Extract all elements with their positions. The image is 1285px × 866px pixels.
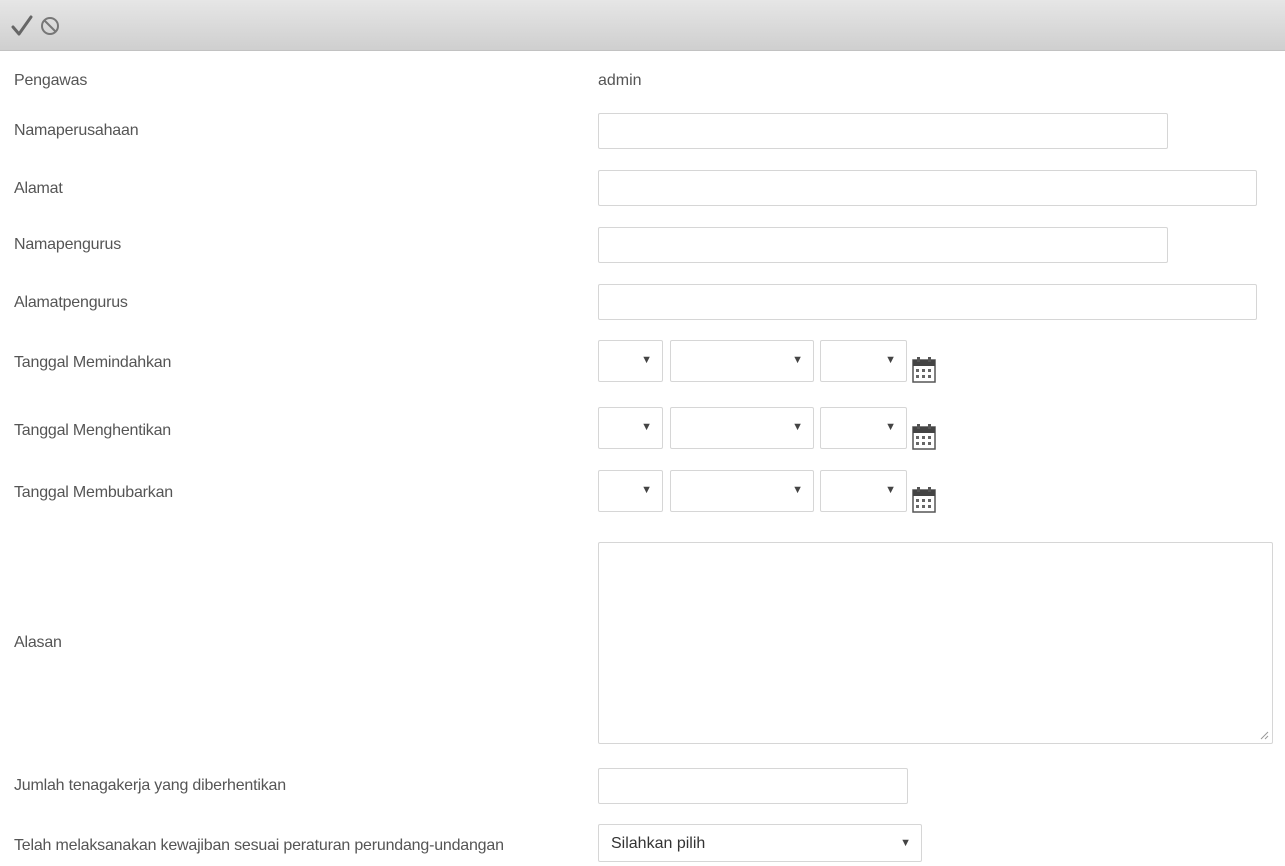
pengawas-value: admin — [598, 72, 642, 89]
namaperusahaan-label: Namaperusahaan — [14, 122, 139, 139]
namapengurus-input[interactable] — [598, 227, 1168, 263]
menghentikan-year-select[interactable]: ▼ — [820, 407, 907, 449]
memindahkan-day-select[interactable]: ▼ — [598, 340, 663, 382]
form-toolbar — [0, 0, 1285, 51]
kewajiban-label: Telah melaksanakan kewajiban sesuai pera… — [14, 837, 504, 854]
cancel-icon — [41, 17, 59, 35]
tanggal-membubarkan-label: Tanggal Membubarkan — [14, 484, 173, 501]
membubarkan-day-select[interactable]: ▼ — [598, 470, 663, 512]
menghentikan-day-select[interactable]: ▼ — [598, 407, 663, 449]
jumlah-tenagakerja-input[interactable] — [598, 768, 908, 804]
calendar-icon[interactable] — [912, 357, 936, 383]
memindahkan-month-select[interactable]: ▼ — [670, 340, 814, 382]
checkmark-icon — [11, 15, 33, 36]
cancel-button[interactable] — [36, 10, 64, 42]
save-button[interactable] — [8, 10, 36, 42]
menghentikan-month-select[interactable]: ▼ — [670, 407, 814, 449]
memindahkan-year-select[interactable]: ▼ — [820, 340, 907, 382]
kewajiban-selected: Silahkan pilih — [611, 835, 706, 852]
alamatpengurus-label: Alamatpengurus — [14, 294, 128, 311]
alamat-label: Alamat — [14, 180, 63, 197]
alamat-input[interactable] — [598, 170, 1257, 206]
resize-grip-icon[interactable] — [1259, 730, 1269, 740]
alasan-textarea[interactable] — [598, 542, 1273, 744]
membubarkan-month-select[interactable]: ▼ — [670, 470, 814, 512]
tanggal-menghentikan-label: Tanggal Menghentikan — [14, 422, 172, 439]
namaperusahaan-input[interactable] — [598, 113, 1168, 149]
alasan-label: Alasan — [14, 634, 62, 651]
tanggal-memindahkan-label: Tanggal Memindahkan — [14, 354, 172, 371]
jumlah-tenagakerja-label: Jumlah tenagakerja yang diberhentikan — [14, 777, 286, 794]
membubarkan-year-select[interactable]: ▼ — [820, 470, 907, 512]
calendar-icon[interactable] — [912, 487, 936, 513]
pengawas-label: Pengawas — [14, 72, 88, 89]
kewajiban-select[interactable]: Silahkan pilih ▼ — [598, 824, 922, 862]
calendar-icon[interactable] — [912, 424, 936, 450]
namapengurus-label: Namapengurus — [14, 236, 121, 253]
alamatpengurus-input[interactable] — [598, 284, 1257, 320]
